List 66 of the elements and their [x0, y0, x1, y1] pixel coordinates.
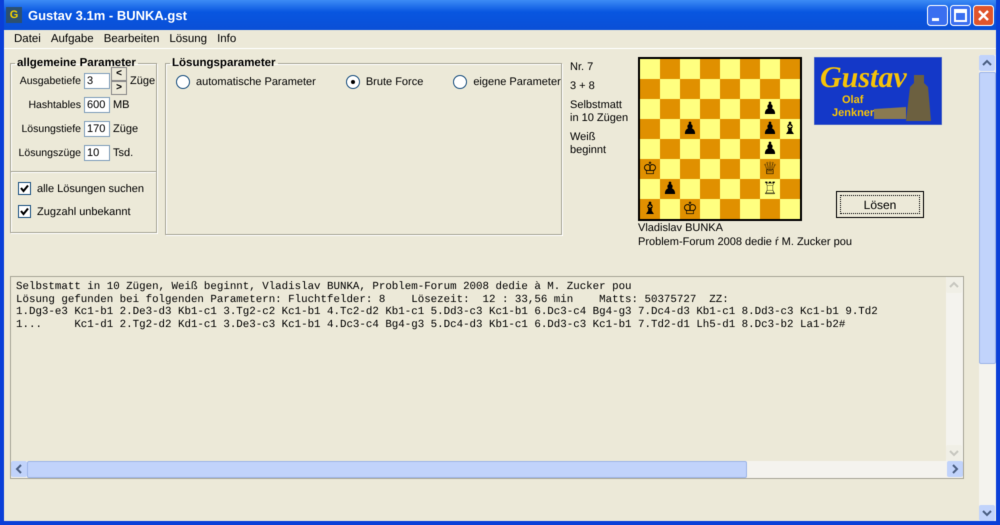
spin-button[interactable]: > [111, 81, 127, 95]
chess-piece: ♟ [681, 119, 699, 139]
checkbox-label: Zugzahl unbekannt [37, 206, 131, 218]
chess-piece: ♟ [761, 99, 779, 119]
unit-label: Tsd. [113, 147, 134, 159]
menu-item[interactable]: Aufgabe [46, 33, 99, 45]
input-field[interactable]: 10 [84, 145, 110, 161]
logo: Gustav Olaf Jenkner [814, 57, 942, 125]
scroll-down-button[interactable] [979, 505, 995, 521]
menu-item[interactable]: Bearbeiten [98, 33, 164, 45]
field-label: Lösungstiefe [20, 123, 81, 135]
scroll-left-button[interactable] [11, 461, 27, 477]
checkbox[interactable] [18, 182, 31, 195]
field-label: Hashtables [27, 99, 81, 111]
output-line: Lösung gefunden bei folgenden Parametern: Fluchtfelder: 8 Lösezeit: 12 : 33,56 min Matts: 50375727 ZZ: [16, 294, 730, 306]
unit-label: Züge [113, 123, 138, 135]
unit-label: Züge [130, 75, 156, 87]
problem-caption: Vladislav BUNKA [638, 221, 724, 235]
menu-item[interactable]: Datei [9, 33, 46, 45]
scroll-thumb[interactable] [27, 461, 747, 478]
field-label: Lösungszüge [18, 147, 81, 159]
menu-item[interactable]: Info [212, 33, 242, 45]
input-field[interactable]: 3 [84, 73, 110, 89]
group-title: Lösungsparameter [171, 57, 277, 69]
problem-info-text: Nr. 7 [570, 61, 594, 74]
output-line: Selbstmatt in 10 Zügen, Weiß beginnt, Vladislav BUNKA, Problem-Forum 2008 dedie à M. Zucker pou [16, 281, 633, 294]
horizontal-scrollbar[interactable] [11, 461, 963, 478]
chess-piece: ♟ [761, 139, 779, 159]
input-field[interactable]: 600 [84, 97, 110, 113]
vertical-scrollbar[interactable] [979, 55, 996, 521]
problem-info-text: Selbstmatt in 10 Zügen [570, 99, 630, 125]
radio-button[interactable] [346, 75, 360, 89]
radio-label: Brute Force [366, 76, 424, 88]
unit-label: MB [113, 99, 130, 111]
radio-button[interactable] [176, 75, 190, 89]
radio-label: eigene Parameter [473, 76, 561, 88]
chess-piece: ♝ [641, 199, 659, 219]
radio-label: automatische Parameter [196, 76, 316, 88]
scroll-thumb[interactable] [979, 72, 996, 364]
checkbox-label: alle Lösungen suchen [37, 182, 144, 194]
output-line: 1... Kc1-d1 2.Tg2-d2 Kd1-c1 3.De3-c3 Kc1-b1 4.Dc3-c4 Bg4-g3 5.Dc4-d3 Kb1-c1 6.Dd3-c3 Kc1-b1 7.Td2-d1 Lh5-d1 8.Dc3-b2 La1-b2# [16, 318, 846, 331]
chess-piece: ♔ [641, 159, 659, 179]
input-field[interactable]: 170 [84, 121, 110, 137]
chess-piece: ♝ [781, 119, 799, 139]
chess-piece: ♟ [761, 119, 779, 139]
close-button[interactable] [973, 4, 994, 26]
maximize-button[interactable] [950, 4, 971, 26]
group-title: allgemeine Parameter [16, 57, 137, 69]
field-label: Ausgabetiefe [18, 75, 81, 87]
output-line: 1.Dg3-e3 Kc1-b1 2.De3-d3 Kb1-c1 3.Tg2-c2 Kc1-b1 4.Tc2-d2 Kb1-c1 5.Dd3-c3 Kc1-b1 6.Dc3-c4 Bg4-g3 7.Dc4-d3 Kb1-c1 8.Dd3-c3 Kc1-b1 9.Td2 [16, 306, 879, 318]
problem-info-text: 3 + 8 [570, 80, 596, 93]
minimize-button[interactable] [927, 4, 948, 26]
chess-piece: ♟ [661, 179, 679, 199]
chess-piece: ♖ [761, 179, 779, 199]
window-title: Gustav 3.1m - BUNKA.gst [28, 8, 188, 22]
scroll-right-button[interactable] [947, 461, 963, 477]
checkbox[interactable] [18, 205, 31, 218]
spin-button[interactable]: < [111, 67, 127, 81]
scroll-up-button[interactable] [979, 55, 995, 71]
chess-piece: ♔ [681, 199, 699, 219]
app-icon: G [6, 7, 22, 23]
chess-piece: ♕ [761, 159, 779, 179]
menu-item[interactable]: Lösung [164, 33, 212, 45]
problem-info-text: Weiß beginnt [570, 131, 608, 157]
solve-button[interactable]: Lösen [836, 191, 924, 218]
radio-button[interactable] [453, 75, 468, 89]
